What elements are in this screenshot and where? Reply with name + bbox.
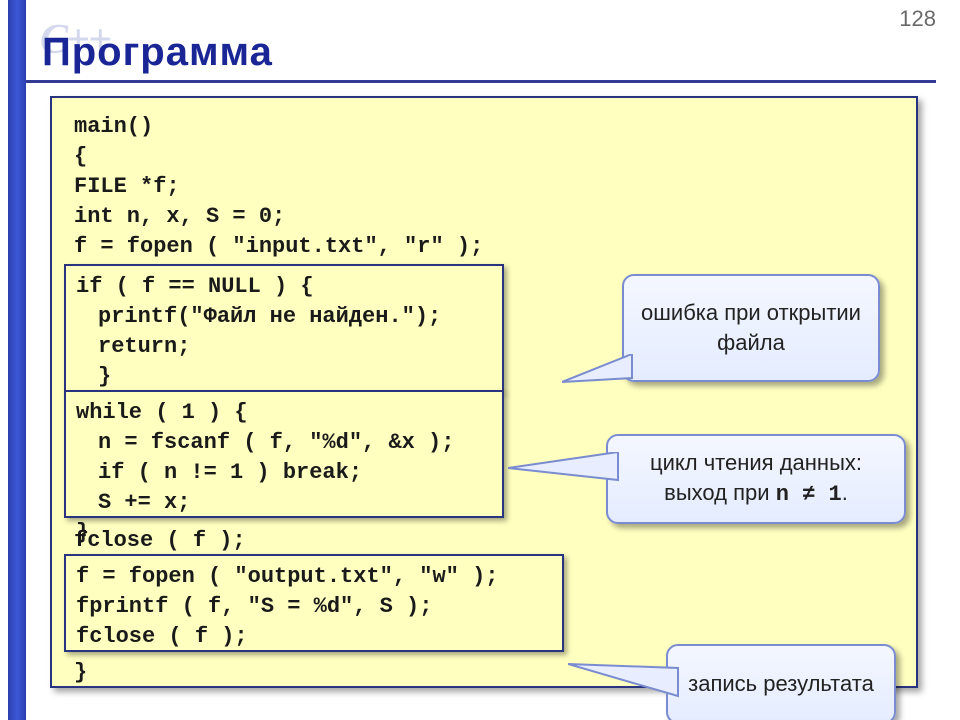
callout-text: цикл чтения данных: <box>650 448 862 478</box>
callout-text: выход при n ≠ 1. <box>664 478 848 510</box>
code-line: fclose ( f ); <box>76 622 248 652</box>
code-line: return; <box>98 332 190 362</box>
code-line: fprintf ( f, "S = %d", S ); <box>76 592 432 622</box>
code-line: printf("Файл не найден."); <box>98 302 441 332</box>
left-accent-bar <box>8 0 26 720</box>
code-line: f = fopen ( "input.txt", "r" ); <box>74 232 483 262</box>
callout-pointer-icon <box>508 452 618 502</box>
callout-text-part: . <box>842 480 848 505</box>
callout-text: запись результата <box>688 669 874 699</box>
callout-pointer-icon <box>568 662 678 712</box>
callout-error: ошибка при открытии файла <box>622 274 880 382</box>
code-panel: main() { FILE *f; int n, x, S = 0; f = f… <box>50 96 918 688</box>
code-block-if: if ( f == NULL ) { printf("Файл не найде… <box>64 264 504 392</box>
code-line: } <box>74 658 87 688</box>
slide: 128 C++ Программа main() { FILE *f; int … <box>0 0 960 720</box>
code-text: S += x; <box>98 490 190 515</box>
page-title: Программа <box>42 30 273 75</box>
callout-text: ошибка при открытии файла <box>638 298 864 357</box>
callout-loop: цикл чтения данных: выход при n ≠ 1. <box>606 434 906 524</box>
title-underline <box>26 80 936 83</box>
code-line: FILE *f; <box>74 172 180 202</box>
code-line: n = fscanf ( f, "%d", &x ); <box>98 428 454 458</box>
code-block-while: while ( 1 ) { n = fscanf ( f, "%d", &x )… <box>64 390 504 518</box>
callout-mono: n ≠ 1 <box>776 482 842 507</box>
code-line: { <box>74 142 87 172</box>
code-line: main() <box>74 112 153 142</box>
code-line: if ( n != 1 ) break; <box>98 458 362 488</box>
callout-write: запись результата <box>666 644 896 720</box>
code-line: int n, x, S = 0; <box>74 202 285 232</box>
page-number: 128 <box>899 6 936 32</box>
code-line: while ( 1 ) { <box>76 398 248 428</box>
code-line: } <box>98 362 111 392</box>
callout-pointer-icon <box>562 354 632 384</box>
code-block-output: f = fopen ( "output.txt", "w" ); fprintf… <box>64 554 564 652</box>
code-line: fclose ( f ); <box>74 526 246 556</box>
code-line: if ( f == NULL ) { <box>76 272 314 302</box>
callout-text-part: выход при <box>664 480 776 505</box>
code-line: f = fopen ( "output.txt", "w" ); <box>76 562 498 592</box>
